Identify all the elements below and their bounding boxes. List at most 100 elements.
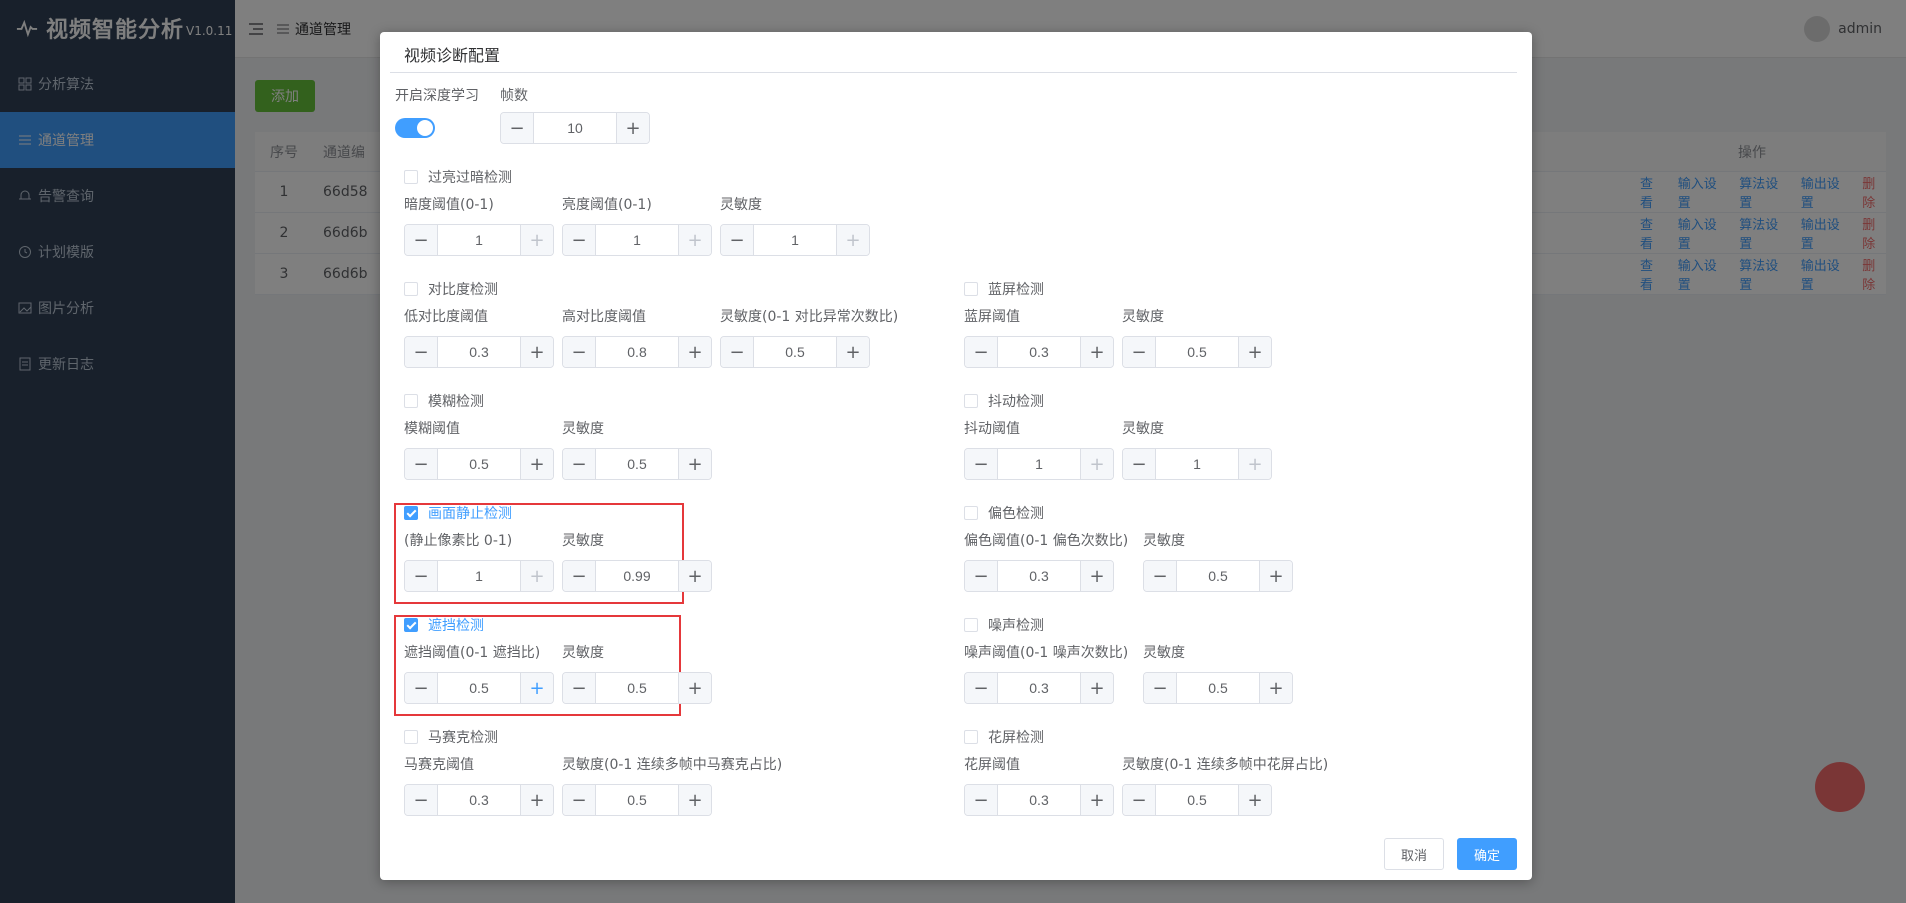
decrease-button[interactable]: − — [1123, 449, 1156, 479]
value-input[interactable]: 0.3 — [998, 785, 1080, 815]
decrease-button[interactable]: − — [405, 225, 438, 255]
value-input[interactable]: 1 — [438, 225, 520, 255]
increase-button[interactable]: + — [1238, 337, 1271, 367]
occlusion-sensitivity-stepper: −0.5 + — [562, 672, 712, 704]
decrease-button[interactable]: − — [501, 113, 534, 143]
increase-button[interactable]: + — [1080, 673, 1113, 703]
decrease-button[interactable]: − — [563, 673, 596, 703]
noise-checkbox[interactable]: 噪声检测 — [964, 615, 1044, 635]
increase-button[interactable]: + — [678, 561, 711, 591]
freeze-checkbox[interactable]: 画面静止检测 — [404, 503, 512, 523]
decrease-button[interactable]: − — [405, 785, 438, 815]
decrease-button[interactable]: − — [1123, 337, 1156, 367]
confirm-button[interactable]: 确定 — [1457, 838, 1517, 870]
decrease-button[interactable]: − — [965, 337, 998, 367]
increase-button[interactable]: + — [520, 449, 553, 479]
value-input[interactable]: 0.5 — [1177, 673, 1259, 703]
dark-threshold-stepper: −1 + — [404, 224, 554, 256]
value-input[interactable]: 0.5 — [596, 673, 678, 703]
value-input[interactable]: 0.5 — [1156, 785, 1238, 815]
occlusion-checkbox[interactable]: 遮挡检测 — [404, 615, 484, 635]
frames-input[interactable]: 10 — [534, 113, 616, 143]
decrease-button[interactable]: − — [965, 785, 998, 815]
decrease-button[interactable]: − — [1123, 785, 1156, 815]
freeze-sensitivity-stepper: −0.99 + — [562, 560, 712, 592]
value-input[interactable]: 0.3 — [438, 785, 520, 815]
decrease-button[interactable]: − — [721, 337, 754, 367]
value-input[interactable]: 1 — [438, 561, 520, 591]
increase-button[interactable]: + — [1259, 673, 1292, 703]
increase-button[interactable]: + — [1080, 785, 1113, 815]
decrease-button[interactable]: − — [563, 785, 596, 815]
value-input[interactable]: 1 — [596, 225, 678, 255]
increase-button[interactable]: + — [678, 785, 711, 815]
decrease-button[interactable]: − — [563, 225, 596, 255]
value-input[interactable]: 0.3 — [998, 337, 1080, 367]
deep-learning-switch[interactable] — [395, 118, 435, 138]
increase-button[interactable]: + — [1238, 785, 1271, 815]
value-input[interactable]: 0.5 — [596, 449, 678, 479]
value-input[interactable]: 0.5 — [1156, 337, 1238, 367]
increase-button[interactable]: + — [678, 673, 711, 703]
dialog-title: 视频诊断配置 — [404, 46, 501, 65]
decrease-button[interactable]: − — [405, 449, 438, 479]
increase-button[interactable]: + — [1080, 561, 1113, 591]
increase-button[interactable]: + — [520, 673, 553, 703]
decrease-button[interactable]: − — [965, 561, 998, 591]
value-input[interactable]: 0.5 — [438, 449, 520, 479]
decrease-button[interactable]: − — [563, 337, 596, 367]
value-input[interactable]: 0.99 — [596, 561, 678, 591]
decrease-button[interactable]: − — [1144, 561, 1177, 591]
increase-button[interactable]: + — [520, 785, 553, 815]
increase-button[interactable]: + — [678, 337, 711, 367]
increase-button[interactable]: + — [1080, 449, 1113, 479]
decrease-button[interactable]: − — [405, 561, 438, 591]
increase-button[interactable]: + — [520, 561, 553, 591]
increase-button[interactable]: + — [836, 225, 869, 255]
increase-button[interactable]: + — [616, 113, 649, 143]
value-input[interactable]: 1 — [754, 225, 836, 255]
increase-button[interactable]: + — [520, 337, 553, 367]
decrease-button[interactable]: − — [405, 673, 438, 703]
shake-checkbox[interactable]: 抖动检测 — [964, 391, 1044, 411]
blue-screen-checkbox[interactable]: 蓝屏检测 — [964, 279, 1044, 299]
mosaic-checkbox[interactable]: 马赛克检测 — [404, 727, 498, 747]
value-input[interactable]: 0.3 — [998, 561, 1080, 591]
checkbox-box — [404, 170, 418, 184]
value-input[interactable]: 0.5 — [754, 337, 836, 367]
bright-dark-checkbox[interactable]: 过亮过暗检测 — [404, 167, 512, 187]
value-input[interactable]: 0.5 — [1177, 561, 1259, 591]
increase-button[interactable]: + — [678, 225, 711, 255]
cancel-button[interactable]: 取消 — [1384, 838, 1444, 870]
value-input[interactable]: 0.5 — [596, 785, 678, 815]
color-cast-checkbox[interactable]: 偏色检测 — [964, 503, 1044, 523]
blur-checkbox[interactable]: 模糊检测 — [404, 391, 484, 411]
field-label: 灵敏度 — [562, 645, 604, 661]
value-input[interactable]: 0.5 — [438, 673, 520, 703]
glitch-checkbox[interactable]: 花屏检测 — [964, 727, 1044, 747]
decrease-button[interactable]: − — [721, 225, 754, 255]
value-input[interactable]: 1 — [1156, 449, 1238, 479]
increase-button[interactable]: + — [1080, 337, 1113, 367]
field-label: 灵敏度 — [562, 533, 604, 549]
field-label: (静止像素比 0-1) — [404, 533, 513, 549]
decrease-button[interactable]: − — [563, 449, 596, 479]
value-input[interactable]: 0.3 — [438, 337, 520, 367]
value-input[interactable]: 0.8 — [596, 337, 678, 367]
checkbox-box — [404, 730, 418, 744]
increase-button[interactable]: + — [678, 449, 711, 479]
decrease-button[interactable]: − — [405, 337, 438, 367]
value-input[interactable]: 1 — [998, 449, 1080, 479]
decrease-button[interactable]: − — [563, 561, 596, 591]
increase-button[interactable]: + — [520, 225, 553, 255]
decrease-button[interactable]: − — [965, 673, 998, 703]
contrast-checkbox[interactable]: 对比度检测 — [404, 279, 498, 299]
checkbox-box — [964, 730, 978, 744]
value-input[interactable]: 0.3 — [998, 673, 1080, 703]
increase-button[interactable]: + — [836, 337, 869, 367]
increase-button[interactable]: + — [1259, 561, 1292, 591]
frames-label: 帧数 — [500, 88, 528, 104]
decrease-button[interactable]: − — [965, 449, 998, 479]
decrease-button[interactable]: − — [1144, 673, 1177, 703]
increase-button[interactable]: + — [1238, 449, 1271, 479]
